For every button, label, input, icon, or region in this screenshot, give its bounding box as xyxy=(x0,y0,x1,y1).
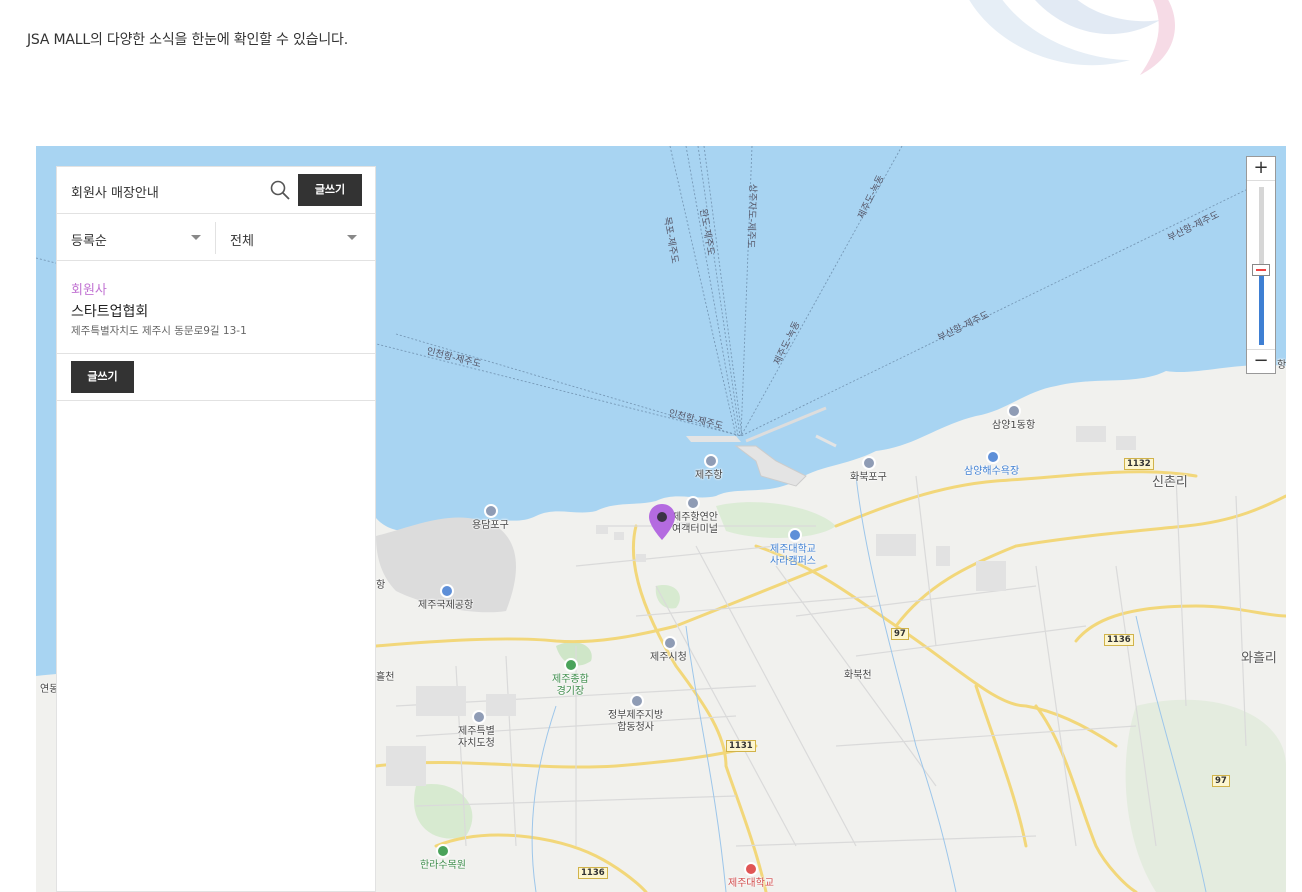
chevron-down-icon xyxy=(191,235,201,240)
zoom-out-button[interactable]: − xyxy=(1247,349,1275,373)
page-intro-text: JSA MALL의 다양한 소식을 한눈에 확인할 수 있습니다. xyxy=(27,32,348,48)
map-label: 제주항연안 여객터미널 xyxy=(672,512,718,535)
port-icon[interactable] xyxy=(862,456,876,470)
government-icon[interactable] xyxy=(472,710,486,724)
map-label: 정부제주지방 합동청사 xyxy=(608,710,664,733)
road-number: 1136 xyxy=(1104,634,1134,646)
write-button-bottom[interactable]: 글쓰기 xyxy=(71,361,134,393)
government-icon[interactable] xyxy=(630,694,644,708)
map-label: 신촌리 xyxy=(1152,475,1188,490)
map-label: 삼양1동항 xyxy=(992,420,1036,431)
road-number: 97 xyxy=(891,628,909,640)
category-select-value: 전체 xyxy=(230,234,254,249)
road-number: 1131 xyxy=(726,740,756,752)
road-number: 1132 xyxy=(1124,458,1154,470)
filter-bar: 등록순 전체 xyxy=(57,214,375,261)
stadium-icon[interactable] xyxy=(564,658,578,672)
write-row: 글쓰기 xyxy=(57,354,375,401)
map-label: 제주국제공항 xyxy=(418,600,474,611)
list-item[interactable]: 회원사 스타트업협회 제주특별자치도 제주시 동문로9길 13-1 xyxy=(57,261,375,354)
route-label: 상주자도-제주도 xyxy=(744,183,758,249)
store-marker-icon[interactable] xyxy=(649,504,675,540)
map-label: 화북천 xyxy=(844,670,872,681)
zoom-slider-handle[interactable] xyxy=(1252,264,1270,276)
map-label: 제주종합 경기장 xyxy=(552,674,589,697)
store-category: 회원사 xyxy=(71,283,107,298)
port-icon[interactable] xyxy=(704,454,718,468)
university-icon[interactable] xyxy=(744,862,758,876)
map-label: 제주시청 xyxy=(650,652,687,663)
search-icon[interactable] xyxy=(269,179,291,201)
category-select[interactable]: 전체 xyxy=(216,214,376,261)
university-icon[interactable] xyxy=(788,528,802,542)
chevron-down-icon xyxy=(347,235,357,240)
zoom-in-button[interactable]: + xyxy=(1247,157,1275,181)
map-label: 와흘리 xyxy=(1241,651,1277,666)
sort-select-value: 등록순 xyxy=(71,234,107,249)
zoom-slider-fill xyxy=(1259,271,1264,345)
map-label: 제주대학교 xyxy=(728,878,774,889)
map-label: 항 xyxy=(376,580,386,591)
terminal-icon[interactable] xyxy=(686,496,700,510)
store-name: 스타트업협회 xyxy=(71,304,149,320)
airport-icon[interactable] xyxy=(440,584,454,598)
search-bar: 회원사 매장안내 글쓰기 xyxy=(57,167,375,214)
map-label: 제주항 xyxy=(695,470,723,481)
search-title[interactable]: 회원사 매장안내 xyxy=(71,182,159,201)
map-label: 용담포구 xyxy=(472,520,509,531)
zoom-control: + − xyxy=(1246,156,1276,374)
map-label: 삼양해수욕장 xyxy=(964,466,1020,477)
beach-icon[interactable] xyxy=(986,450,1000,464)
map-label: 한라수목원 xyxy=(420,860,466,871)
map-label: 제주대학교 사라캠퍼스 xyxy=(770,544,816,567)
sort-select[interactable]: 등록순 xyxy=(57,214,215,261)
map-label: 흘천 xyxy=(376,672,395,683)
store-list-panel: 회원사 매장안내 글쓰기 등록순 전체 회원사 스타트업협회 제주특별자치도 제… xyxy=(56,166,376,892)
arboretum-icon[interactable] xyxy=(436,844,450,858)
port-icon[interactable] xyxy=(484,504,498,518)
road-number: 1136 xyxy=(578,867,608,879)
map-label: 제주특별 자치도청 xyxy=(458,726,495,749)
road-number: 97 xyxy=(1212,775,1230,787)
map-label: 항 xyxy=(1277,360,1286,371)
port-icon[interactable] xyxy=(1007,404,1021,418)
store-address: 제주특별자치도 제주시 동문로9길 13-1 xyxy=(71,325,247,337)
decorative-swirl xyxy=(969,0,1175,75)
cityhall-icon[interactable] xyxy=(663,636,677,650)
map-label: 화북포구 xyxy=(850,472,887,483)
write-button[interactable]: 글쓰기 xyxy=(298,174,362,206)
